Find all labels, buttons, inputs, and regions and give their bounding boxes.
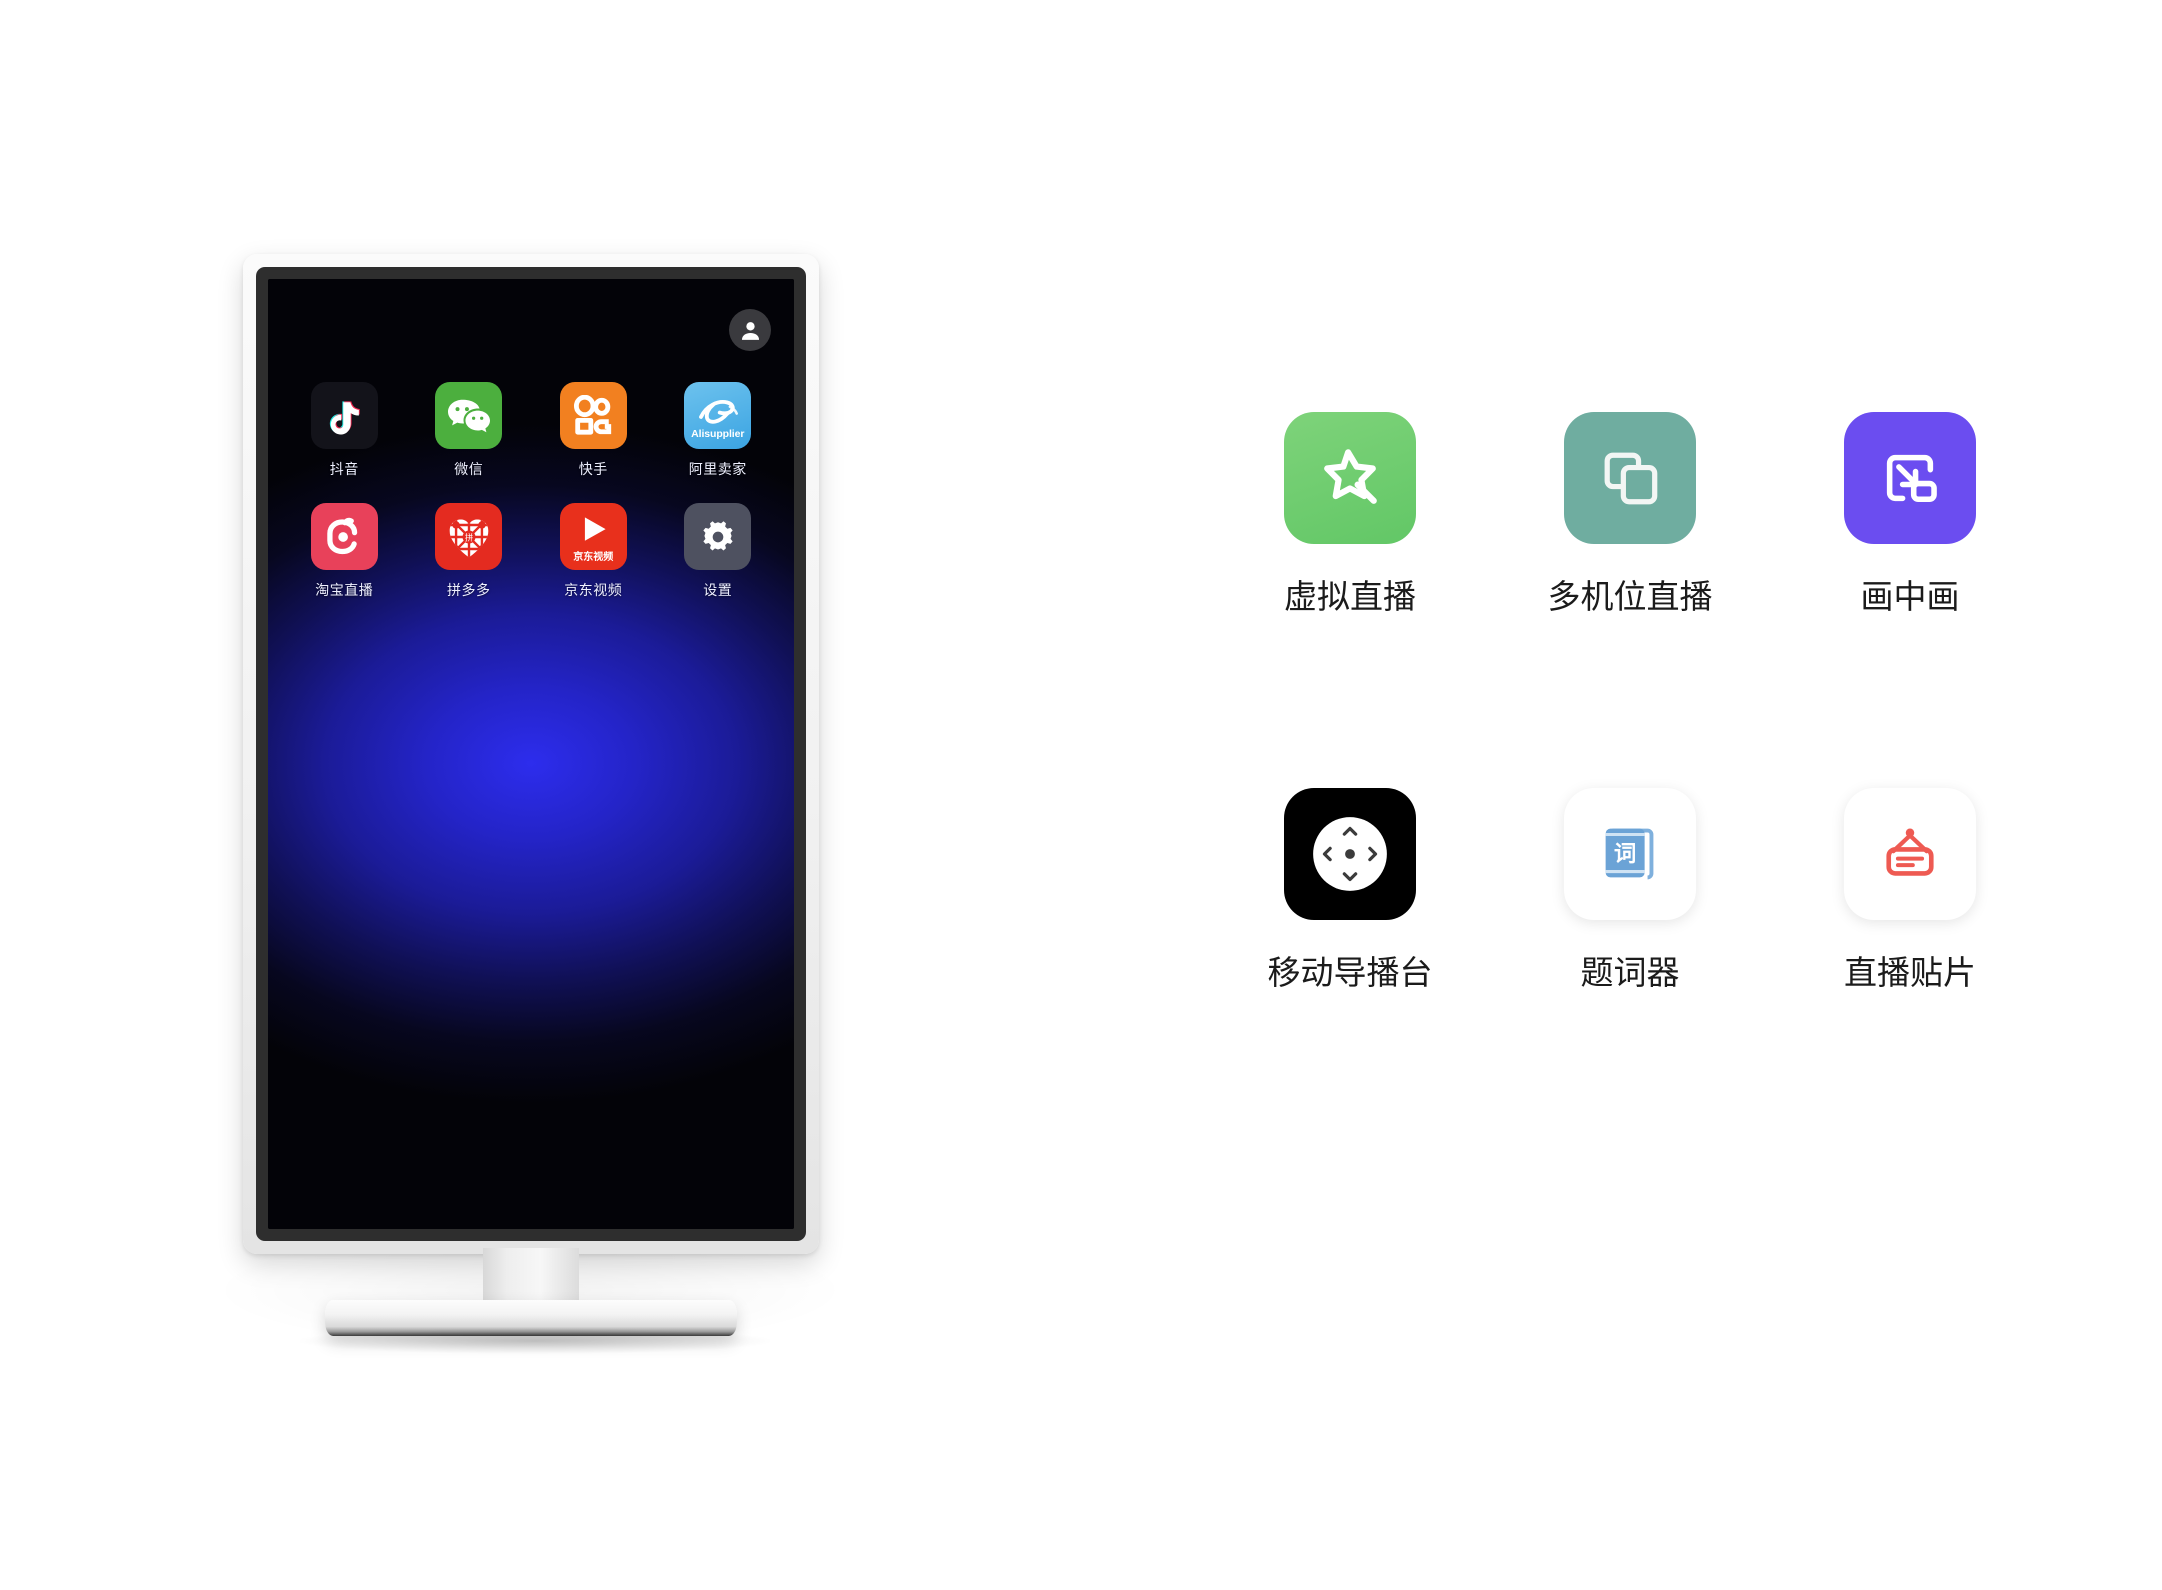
feature-item-live-sticker[interactable]: 直播贴片: [1770, 788, 2050, 994]
jd-video-wordmark: 京东视频: [573, 552, 614, 563]
app-label: 淘宝直播: [315, 582, 374, 598]
feature-label: 画中画: [1860, 578, 1960, 615]
dpad-joystick-icon: [1284, 788, 1416, 920]
app-label: 微信: [454, 461, 484, 477]
app-item-taobao-live[interactable]: 淘宝直播: [282, 503, 407, 600]
monitor-stand-shadow: [300, 1328, 770, 1354]
app-label: 拼多多: [447, 582, 491, 598]
feature-item-multicam-live[interactable]: 多机位直播: [1490, 412, 1770, 618]
app-label: 京东视频: [564, 582, 623, 598]
app-item-alisupplier[interactable]: Alisupplier 阿里卖家: [656, 382, 781, 479]
feature-item-teleprompter[interactable]: 词 题词器: [1490, 788, 1770, 994]
douyin-icon: [310, 382, 378, 449]
app-item-pinduoduo[interactable]: 拼 拼多多: [407, 503, 532, 600]
settings-gear-icon: [684, 503, 752, 570]
app-item-kuaishou[interactable]: 快手: [531, 382, 656, 479]
avatar[interactable]: [729, 309, 771, 351]
app-label: 快手: [578, 461, 608, 477]
svg-text:拼: 拼: [465, 532, 473, 542]
app-item-wechat[interactable]: 微信: [407, 382, 532, 479]
jd-video-icon: 京东视频: [559, 503, 627, 570]
app-grid: 抖音 微信 快手 Alisupplier 阿里卖家 淘宝直播 拼 拼多多 京东视…: [268, 382, 794, 600]
multi-window-icon: [1564, 412, 1696, 544]
wechat-icon: [435, 382, 503, 449]
teleprompter-book-icon: 词: [1564, 788, 1696, 920]
app-item-settings[interactable]: 设置: [656, 503, 781, 600]
feature-item-virtual-live[interactable]: 虚拟直播: [1210, 412, 1490, 618]
kuaishou-icon: [559, 382, 627, 449]
feature-item-pip[interactable]: 画中画: [1770, 412, 2050, 618]
feature-label: 题词器: [1580, 954, 1680, 991]
app-item-jd-video[interactable]: 京东视频 京东视频: [531, 503, 656, 600]
monitor-bezel: 抖音 微信 快手 Alisupplier 阿里卖家 淘宝直播 拼 拼多多 京东视…: [256, 267, 806, 1241]
magic-wand-star-icon: [1284, 412, 1416, 544]
user-avatar-icon: [741, 321, 759, 340]
feature-item-mobile-director[interactable]: 移动导播台: [1210, 788, 1490, 994]
pinduoduo-icon: 拼: [435, 503, 503, 570]
picture-in-picture-icon: [1844, 412, 1976, 544]
monitor-frame: 抖音 微信 快手 Alisupplier 阿里卖家 淘宝直播 拼 拼多多 京东视…: [243, 254, 819, 1254]
feature-label: 多机位直播: [1547, 578, 1713, 615]
app-label: 抖音: [329, 461, 359, 477]
feature-label: 虚拟直播: [1284, 578, 1416, 615]
taobao-live-icon: [310, 503, 378, 570]
app-label: 设置: [703, 582, 733, 598]
feature-label: 移动导播台: [1267, 954, 1433, 991]
app-item-douyin[interactable]: 抖音: [282, 382, 407, 479]
hanging-sign-icon: [1844, 788, 1976, 920]
app-label: 阿里卖家: [688, 461, 747, 477]
alisupplier-icon: Alisupplier: [684, 382, 752, 449]
svg-text:词: 词: [1614, 841, 1636, 867]
monitor-area: 抖音 微信 快手 Alisupplier 阿里卖家 淘宝直播 拼 拼多多 京东视…: [0, 0, 1080, 1590]
alisupplier-wordmark: Alisupplier: [691, 428, 745, 440]
feature-label: 直播贴片: [1844, 954, 1976, 991]
feature-panel: 虚拟直播 多机位直播 画中画 移动导播台 词 题词器 直播贴片: [1210, 412, 2050, 994]
monitor-screen: 抖音 微信 快手 Alisupplier 阿里卖家 淘宝直播 拼 拼多多 京东视…: [268, 279, 794, 1229]
